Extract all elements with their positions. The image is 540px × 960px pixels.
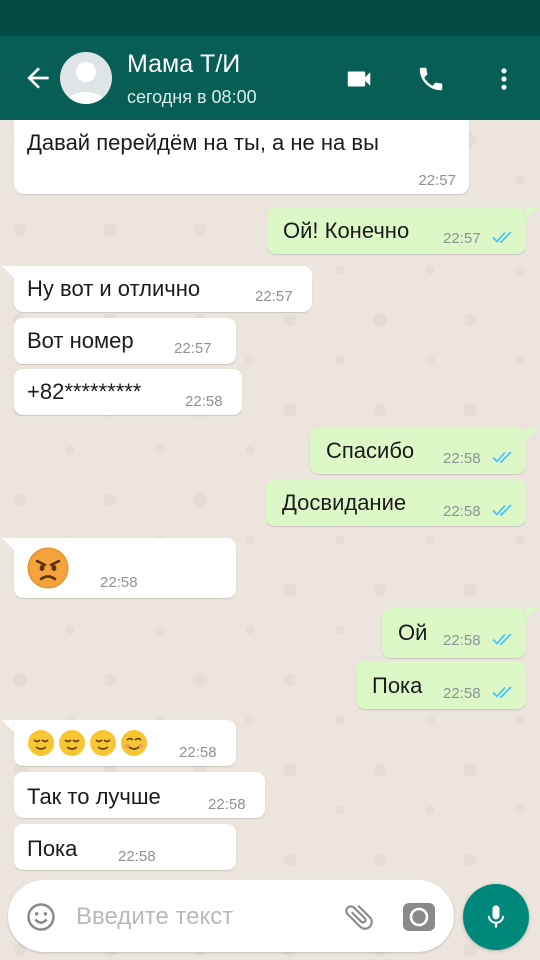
message-text: Ой — [398, 620, 428, 645]
message-input[interactable]: Введите текст — [76, 903, 233, 931]
phone-icon[interactable] — [416, 64, 446, 94]
more-vert-icon[interactable] — [490, 64, 518, 94]
chat-area[interactable]: Давай перейдём на ты, а не на вы 22:57 О… — [0, 120, 540, 960]
message-bubble[interactable]: 22:58 — [14, 720, 236, 766]
bubble-tail — [526, 608, 538, 620]
message-time: 22:58 — [443, 450, 481, 467]
message-time: 22:58 — [179, 744, 217, 761]
message-time: 22:57 — [443, 230, 481, 247]
message-input-bar: Введите текст — [8, 880, 454, 952]
relieved-face-icon — [90, 730, 116, 756]
message-text: Спасибо — [326, 438, 415, 463]
message-text: +82********* — [27, 379, 142, 404]
status-bar — [0, 0, 540, 36]
message-text: Ну вот и отлично — [27, 276, 201, 301]
message-time: 22:58 — [443, 632, 481, 649]
message-text: Давай перейдём на ты, а не на вы — [27, 130, 379, 155]
message-time: 22:57 — [174, 340, 212, 357]
mic-icon — [487, 905, 505, 928]
bubble-tail — [2, 720, 14, 732]
angry-face-icon — [27, 547, 69, 589]
message-time: 22:58 — [443, 503, 481, 520]
double-check-icon — [492, 231, 512, 244]
message-time: 22:58 — [208, 796, 246, 813]
message-bubble[interactable]: Спасибо 22:58 — [310, 428, 526, 474]
message-bubble[interactable]: Ой! Конечно 22:57 — [267, 208, 526, 254]
bubble-tail — [2, 538, 14, 550]
message-text: Вот номер — [27, 328, 134, 353]
message-text: Пока — [372, 673, 423, 698]
mic-button[interactable] — [463, 884, 529, 950]
double-check-icon — [492, 633, 512, 646]
message-bubble[interactable]: Пока 22:58 — [14, 824, 236, 870]
message-time: 22:57 — [255, 288, 293, 305]
message-time: 22:58 — [443, 685, 481, 702]
bubble-tail — [526, 208, 538, 220]
paperclip-icon[interactable] — [342, 900, 376, 934]
message-bubble[interactable]: Ой 22:58 — [382, 608, 526, 658]
relieved-face-icon — [28, 730, 54, 756]
bubble-tail — [2, 266, 14, 278]
camera-icon[interactable] — [402, 901, 436, 933]
message-bubble[interactable]: Так то лучше 22:58 — [14, 772, 265, 818]
emoji-icon[interactable] — [26, 902, 56, 932]
message-time: 22:57 — [418, 172, 456, 189]
message-time: 22:58 — [100, 574, 138, 591]
message-bubble[interactable]: Ну вот и отлично 22:57 — [14, 266, 312, 312]
message-text: Пока — [27, 836, 78, 861]
double-check-icon — [492, 686, 512, 699]
message-text: Досвидание — [282, 490, 407, 515]
message-time: 22:58 — [185, 393, 223, 410]
last-seen: сегодня в 08:00 — [127, 87, 257, 107]
contact-name[interactable]: Мама Т/И — [127, 50, 240, 79]
message-bubble[interactable]: Давай перейдём на ты, а не на вы 22:57 — [14, 120, 469, 194]
message-bubble[interactable]: Вот номер 22:57 — [14, 318, 236, 364]
smiling-face-icon — [121, 730, 147, 756]
double-check-icon — [492, 451, 512, 464]
chat-header: Мама Т/И сегодня в 08:00 — [0, 36, 540, 120]
videocam-icon[interactable] — [344, 64, 374, 94]
arrow-back-icon[interactable] — [22, 62, 54, 94]
double-check-icon — [492, 504, 512, 517]
message-bubble[interactable]: Пока 22:58 — [356, 661, 526, 709]
message-bubble[interactable]: 22:58 — [14, 538, 236, 598]
avatar[interactable] — [60, 52, 112, 104]
relieved-face-icon — [59, 730, 85, 756]
message-bubble[interactable]: +82********* 22:58 — [14, 369, 242, 415]
message-bubble[interactable]: Досвидание 22:58 — [266, 480, 526, 526]
bubble-tail — [526, 428, 538, 440]
message-text: Так то лучше — [27, 784, 161, 809]
message-time: 22:58 — [118, 848, 156, 865]
message-text: Ой! Конечно — [283, 218, 410, 243]
